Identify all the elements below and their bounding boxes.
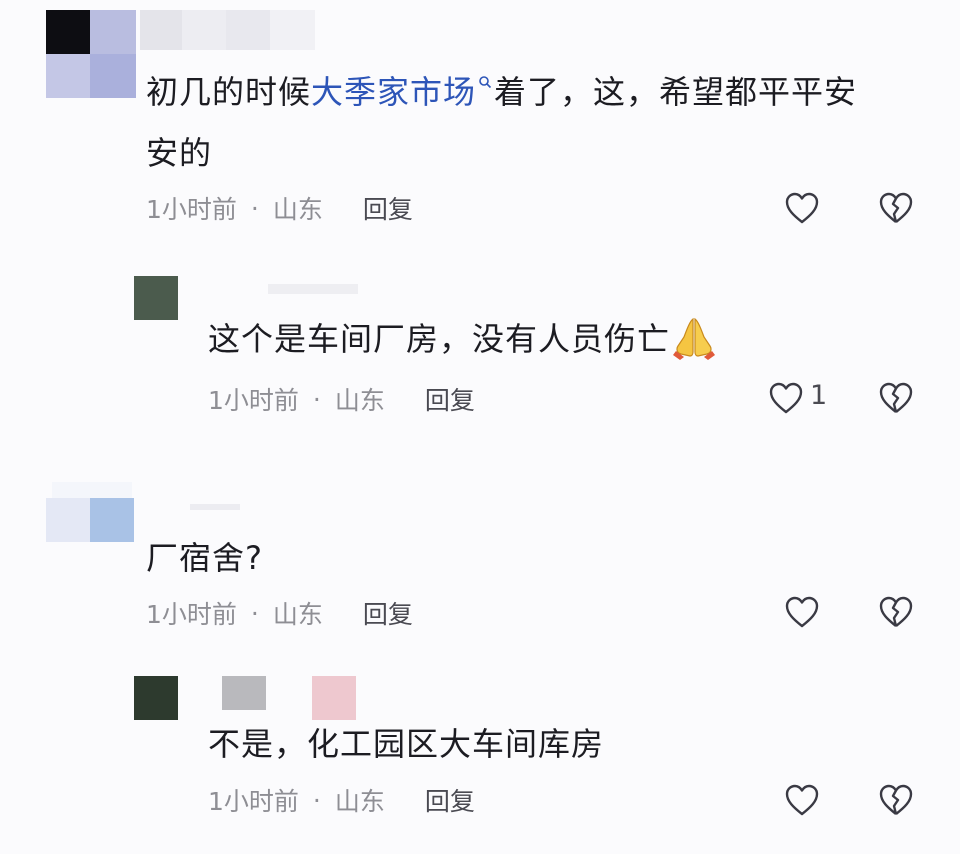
separator: · — [312, 785, 321, 815]
comment-4-text: 不是，化工园区大车间库房 — [208, 725, 605, 763]
comment-4-meta: 1小时前 · 山东 回复 — [208, 782, 475, 818]
broken-heart-icon — [879, 784, 913, 815]
heart-outline-icon — [785, 784, 819, 816]
dislike-button[interactable] — [878, 780, 918, 820]
avatar-4[interactable] — [134, 676, 178, 720]
comment-4: 不是，化工园区大车间库房 1小时前 · 山东 回复 — [0, 0, 960, 854]
timestamp: 1小时前 — [208, 787, 299, 816]
like-button[interactable] — [784, 780, 824, 820]
location: 山东 — [334, 787, 385, 816]
reply-button[interactable]: 回复 — [425, 782, 475, 818]
